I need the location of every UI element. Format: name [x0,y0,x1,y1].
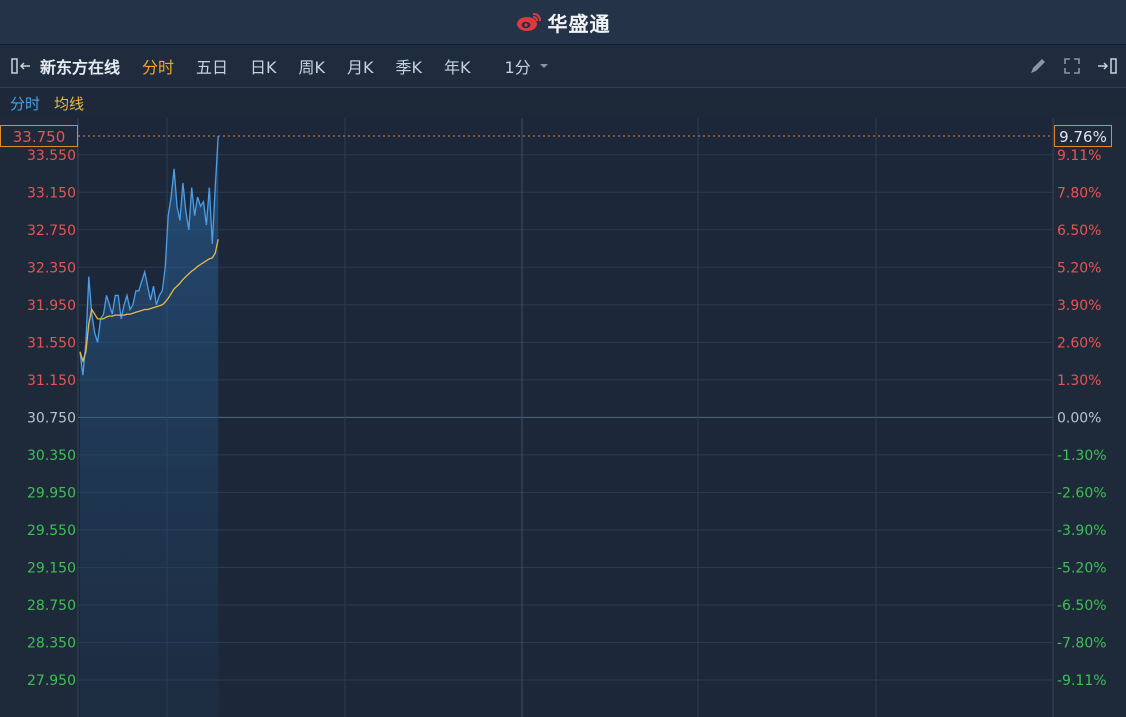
tab-daily-k[interactable]: 日K [250,54,277,78]
current-price-label: 33.750 [0,125,78,147]
y-tick-label-left: 33.150 [27,185,76,201]
y-tick-label-left: 33.550 [27,148,76,164]
current-change-label: 9.76% [1054,125,1112,147]
y-tick-label-left: 32.750 [27,223,76,239]
y-tick-label-right: 2.60% [1057,335,1101,351]
y-tick-label-left: 29.950 [27,485,76,501]
y-tick-label-right: 6.50% [1057,223,1101,239]
y-tick-label-left: 31.950 [27,298,76,314]
legend-intraday: 分时 [10,94,41,113]
y-tick-label-right: 9.11% [1057,148,1101,164]
tool-icons [1028,45,1120,87]
interval-select[interactable]: 1分 [505,54,549,78]
collapse-left-icon[interactable] [10,57,40,75]
y-tick-label-right: 3.90% [1057,298,1101,314]
tab-monthly-k[interactable]: 月K [347,54,374,78]
toolbar: 新东方在线 分时 五日 日K 周K 月K 季K 年K 1分 [0,45,1126,88]
y-tick-label-right: -9.11% [1057,673,1107,689]
y-tick-label-left: 28.750 [27,598,76,614]
tab-intraday[interactable]: 分时 [142,54,174,78]
intraday-chart: 33.550 9.11% 33.150 7.80% 32.750 6.50% 32.350 5… [27,118,1107,717]
tab-five-day[interactable]: 五日 [196,54,228,78]
y-tick-label-left: 28.350 [27,635,76,651]
y-tick-label-right: -7.80% [1057,635,1107,651]
tab-quarterly-k[interactable]: 季K [396,54,423,78]
y-tick-label-right: -6.50% [1057,598,1107,614]
top-bar: 华盛通 [0,0,1126,45]
brand: 华盛通 [516,8,611,37]
stock-name: 新东方在线 [40,58,121,77]
y-tick-label-right: 7.80% [1057,185,1101,201]
fullscreen-icon[interactable] [1062,56,1082,76]
y-tick-label-right: -2.60% [1057,485,1107,501]
y-tick-label-right: -1.30% [1057,448,1107,464]
y-tick-label-left: 30.350 [27,448,76,464]
legend-bar: 分时 均线 [0,88,1126,118]
y-tick-label-left: 29.550 [27,523,76,539]
pencil-icon[interactable] [1028,56,1048,76]
tab-weekly-k[interactable]: 周K [299,54,326,78]
y-tick-label-right: 5.20% [1057,260,1101,276]
y-tick-label-left: 29.150 [27,560,76,576]
tab-yearly-k[interactable]: 年K [444,54,471,78]
y-tick-label-left: 31.550 [27,335,76,351]
interval-label: 1分 [504,58,531,77]
y-tick-label-right: -5.20% [1057,560,1107,576]
y-tick-label-left: 30.750 [27,410,76,426]
chevron-down-icon [539,64,548,68]
y-tick-label-right: -3.90% [1057,523,1107,539]
y-tick-label-left: 31.150 [27,373,76,389]
y-tick-label-right: 1.30% [1057,373,1101,389]
y-tick-label-left: 32.350 [27,260,76,276]
collapse-right-icon[interactable] [1096,56,1120,76]
weibo-logo-icon [516,13,541,31]
y-tick-label-left: 27.950 [27,673,76,689]
legend-average: 均线 [54,94,85,113]
brand-name: 华盛通 [547,11,611,36]
y-tick-label-right: 0.00% [1057,410,1101,426]
